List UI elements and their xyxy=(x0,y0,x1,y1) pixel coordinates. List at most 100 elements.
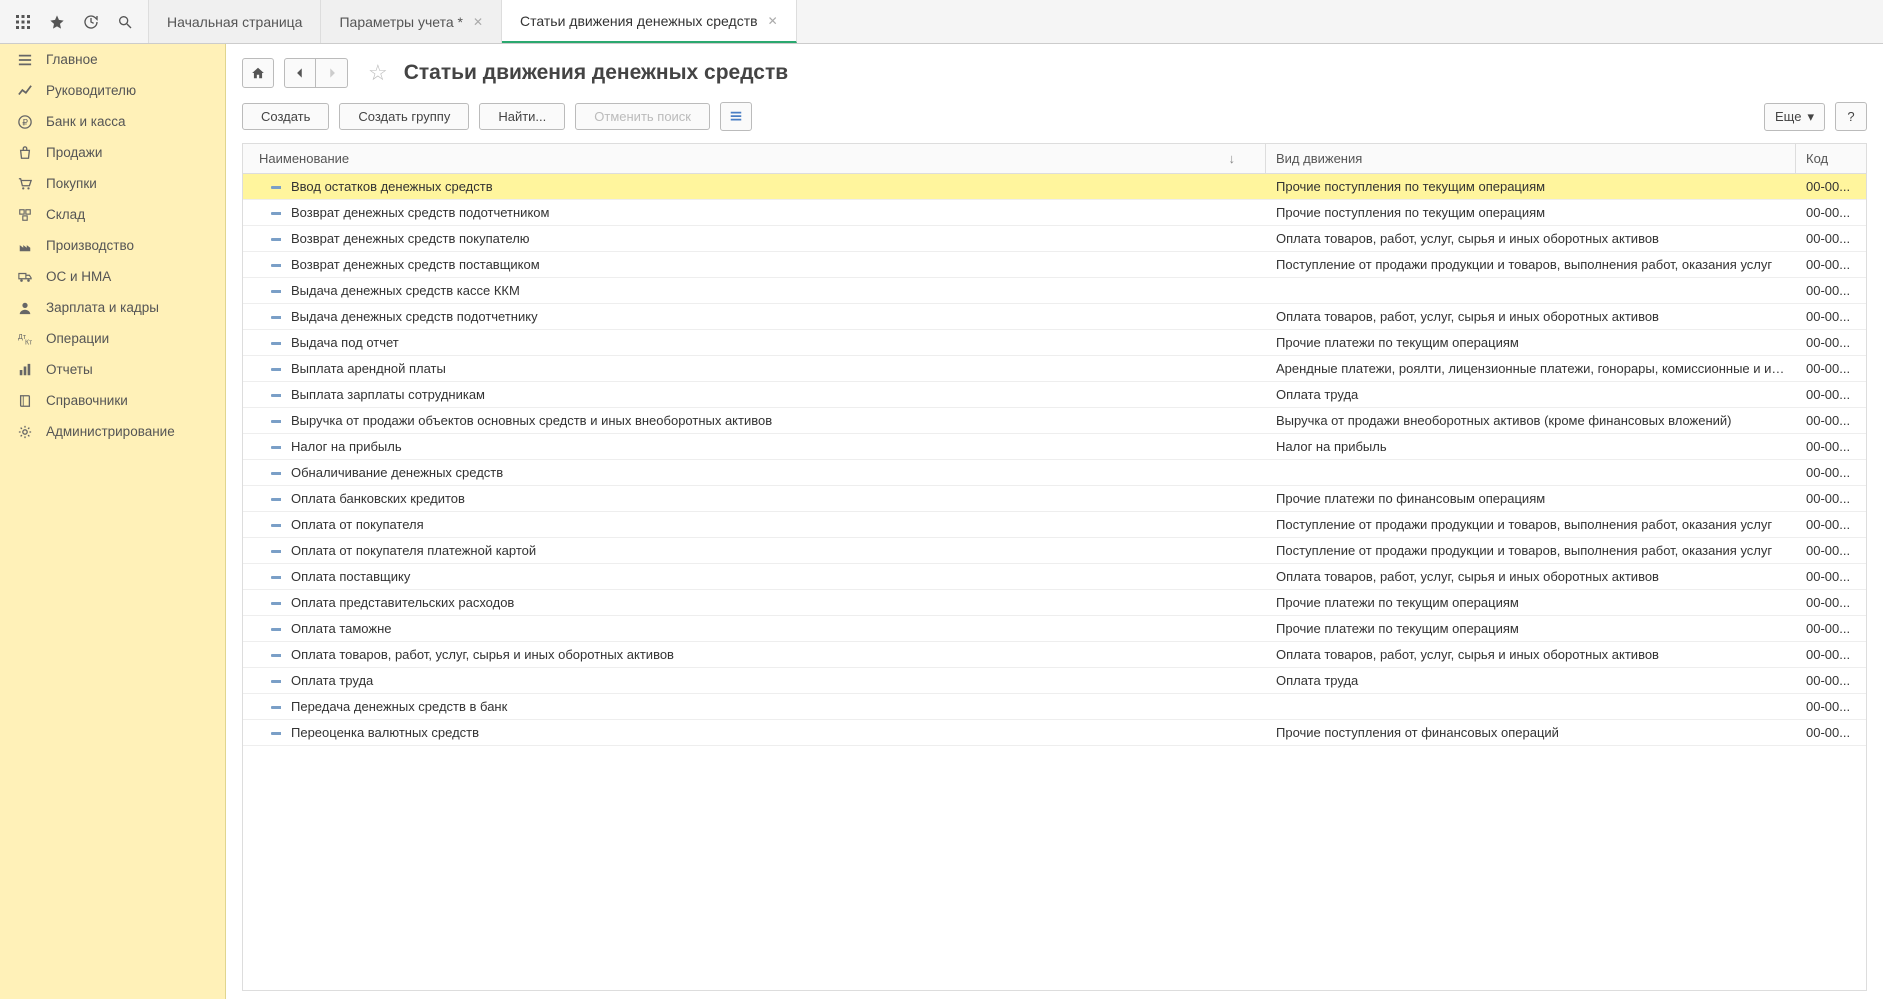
cell-type: Прочие поступления от финансовых операци… xyxy=(1266,720,1796,745)
cell-name: Оплата банковских кредитов xyxy=(281,486,1266,511)
list-mode-button[interactable] xyxy=(720,102,752,131)
row-icon xyxy=(243,408,281,433)
tab-home[interactable]: Начальная страница xyxy=(148,0,321,43)
sidebar-item-3[interactable]: Продажи xyxy=(0,137,225,168)
cell-name: Налог на прибыль xyxy=(281,434,1266,459)
cell-name: Выплата зарплаты сотрудникам xyxy=(281,382,1266,407)
cell-name: Оплата от покупателя xyxy=(281,512,1266,537)
sidebar-item-10[interactable]: Отчеты xyxy=(0,354,225,385)
sidebar-item-2[interactable]: ₽ Банк и касса xyxy=(0,106,225,137)
cell-name: Возврат денежных средств подотчетником xyxy=(281,200,1266,225)
table-row[interactable]: Оплата представительских расходовПрочие … xyxy=(243,590,1866,616)
sidebar-item-label: Справочники xyxy=(46,393,128,408)
table-row[interactable]: Возврат денежных средств подотчетникомПр… xyxy=(243,200,1866,226)
column-name[interactable]: Наименование ↓ xyxy=(243,144,1266,173)
tab-params[interactable]: Параметры учета * ✕ xyxy=(321,0,502,43)
row-icon xyxy=(243,694,281,719)
sidebar-item-label: Банк и касса xyxy=(46,114,126,129)
table-row[interactable]: Передача денежных средств в банк00-00... xyxy=(243,694,1866,720)
sidebar-item-5[interactable]: Склад xyxy=(0,199,225,230)
close-icon[interactable]: ✕ xyxy=(768,14,778,28)
table-row[interactable]: Оплата таможнеПрочие платежи по текущим … xyxy=(243,616,1866,642)
cell-type: Поступление от продажи продукции и товар… xyxy=(1266,512,1796,537)
search-icon[interactable] xyxy=(108,5,142,39)
cell-name: Возврат денежных средств покупателю xyxy=(281,226,1266,251)
find-button[interactable]: Найти... xyxy=(479,103,565,130)
top-icon-group xyxy=(0,5,148,39)
cell-name: Оплата поставщику xyxy=(281,564,1266,589)
table-row[interactable]: Выдача денежных средств подотчетникуОпла… xyxy=(243,304,1866,330)
sidebar-item-4[interactable]: Покупки xyxy=(0,168,225,199)
sidebar-item-8[interactable]: Зарплата и кадры xyxy=(0,292,225,323)
svg-text:₽: ₽ xyxy=(22,117,28,127)
sidebar-item-11[interactable]: Справочники xyxy=(0,385,225,416)
cell-code: 00-00... xyxy=(1796,590,1866,615)
tab-home-label: Начальная страница xyxy=(167,14,302,30)
table-row[interactable]: Выплата зарплаты сотрудникамОплата труда… xyxy=(243,382,1866,408)
table-row[interactable]: Обналичивание денежных средств00-00... xyxy=(243,460,1866,486)
toolbar: Создать Создать группу Найти... Отменить… xyxy=(226,98,1883,143)
table-row[interactable]: Оплата от покупателя платежной картойПос… xyxy=(243,538,1866,564)
table-row[interactable]: Выдача под отчетПрочие платежи по текущи… xyxy=(243,330,1866,356)
create-group-button[interactable]: Создать группу xyxy=(339,103,469,130)
apps-icon[interactable] xyxy=(6,5,40,39)
row-icon xyxy=(243,564,281,589)
table-row[interactable]: Оплата банковских кредитовПрочие платежи… xyxy=(243,486,1866,512)
history-icon[interactable] xyxy=(74,5,108,39)
star-icon[interactable] xyxy=(40,5,74,39)
trend-icon xyxy=(16,84,34,98)
more-button[interactable]: Еще ▾ xyxy=(1764,103,1825,131)
row-icon xyxy=(243,512,281,537)
cell-code: 00-00... xyxy=(1796,616,1866,641)
cell-name: Оплата представительских расходов xyxy=(281,590,1266,615)
table-row[interactable]: Возврат денежных средств поставщикомПост… xyxy=(243,252,1866,278)
sidebar-item-label: Зарплата и кадры xyxy=(46,300,159,315)
table-row[interactable]: Переоценка валютных средствПрочие поступ… xyxy=(243,720,1866,746)
column-code-label: Код xyxy=(1806,151,1828,166)
table-row[interactable]: Оплата трудаОплата труда00-00... xyxy=(243,668,1866,694)
favorite-icon[interactable]: ☆ xyxy=(368,60,388,86)
sidebar-item-7[interactable]: ОС и НМА xyxy=(0,261,225,292)
row-icon xyxy=(243,174,281,199)
sidebar-item-12[interactable]: Администрирование xyxy=(0,416,225,447)
table-row[interactable]: Ввод остатков денежных средствПрочие пос… xyxy=(243,174,1866,200)
sidebar-item-0[interactable]: Главное xyxy=(0,44,225,75)
cell-code: 00-00... xyxy=(1796,460,1866,485)
table-row[interactable]: Выдача денежных средств кассе ККМ00-00..… xyxy=(243,278,1866,304)
cell-type xyxy=(1266,702,1796,712)
sidebar-item-6[interactable]: Производство xyxy=(0,230,225,261)
close-icon[interactable]: ✕ xyxy=(473,15,483,29)
column-type[interactable]: Вид движения xyxy=(1266,144,1796,173)
table-row[interactable]: Налог на прибыльНалог на прибыль00-00... xyxy=(243,434,1866,460)
row-icon xyxy=(243,668,281,693)
back-button[interactable] xyxy=(284,58,316,88)
factory-icon xyxy=(16,239,34,253)
create-button[interactable]: Создать xyxy=(242,103,329,130)
cell-type: Оплата товаров, работ, услуг, сырья и ин… xyxy=(1266,226,1796,251)
row-icon xyxy=(243,642,281,667)
sidebar-item-label: Покупки xyxy=(46,176,97,191)
chevron-down-icon: ▾ xyxy=(1807,109,1814,125)
column-code[interactable]: Код xyxy=(1796,144,1866,173)
help-button[interactable]: ? xyxy=(1835,102,1867,131)
table-row[interactable]: Оплата поставщикуОплата товаров, работ, … xyxy=(243,564,1866,590)
row-icon xyxy=(243,590,281,615)
sidebar-item-1[interactable]: Руководителю xyxy=(0,75,225,106)
row-icon xyxy=(243,330,281,355)
table-row[interactable]: Оплата от покупателяПоступление от прода… xyxy=(243,512,1866,538)
cell-code: 00-00... xyxy=(1796,564,1866,589)
table-row[interactable]: Выплата арендной платыАрендные платежи, … xyxy=(243,356,1866,382)
table-row[interactable]: Выручка от продажи объектов основных сре… xyxy=(243,408,1866,434)
table-row[interactable]: Возврат денежных средств покупателюОплат… xyxy=(243,226,1866,252)
cell-type: Поступление от продажи продукции и товар… xyxy=(1266,252,1796,277)
cell-name: Ввод остатков денежных средств xyxy=(281,174,1266,199)
table-row[interactable]: Оплата товаров, работ, услуг, сырья и ин… xyxy=(243,642,1866,668)
cart-icon xyxy=(16,177,34,191)
cancel-search-button[interactable]: Отменить поиск xyxy=(575,103,710,130)
home-button[interactable] xyxy=(242,58,274,88)
forward-button[interactable] xyxy=(316,58,348,88)
ruble-icon: ₽ xyxy=(16,115,34,129)
sidebar-item-9[interactable]: ДтКтОперации xyxy=(0,323,225,354)
more-label: Еще xyxy=(1775,109,1801,124)
tab-articles[interactable]: Статьи движения денежных средств ✕ xyxy=(502,0,797,43)
